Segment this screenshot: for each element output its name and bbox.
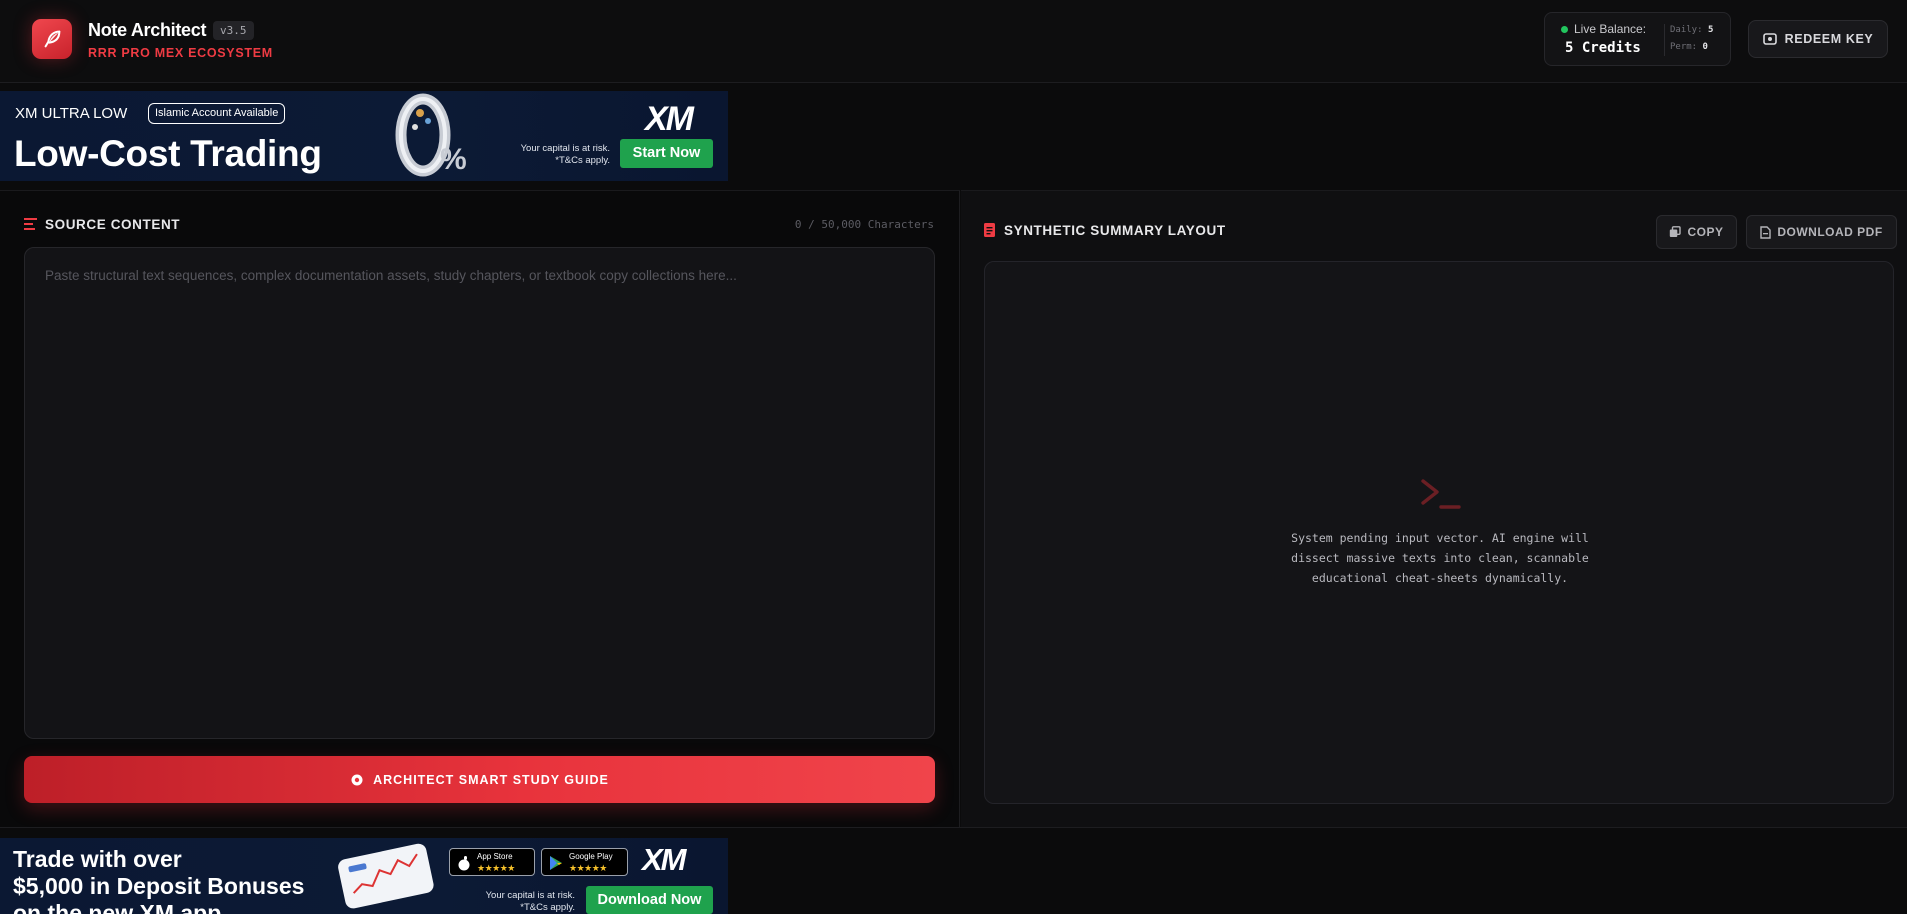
app-store-badge[interactable]: App Store ★★★★★ xyxy=(449,848,535,876)
balance-divider xyxy=(1664,24,1665,56)
svg-text:%: % xyxy=(440,143,467,176)
copy-label: COPY xyxy=(1687,225,1724,239)
ad-kicker: XM ULTRA LOW xyxy=(15,105,128,122)
source-panel: SOURCE CONTENT 0 / 50,000 Characters ARC… xyxy=(0,190,960,828)
ticket-icon xyxy=(1762,33,1777,45)
app-header: Note Architect v3.5 RRR PRO MEX ECOSYSTE… xyxy=(0,0,1907,83)
source-text-input[interactable] xyxy=(24,247,935,739)
version-badge: v3.5 xyxy=(213,21,254,40)
live-balance-card: Live Balance: 5 Credits Daily: 5 Perm: 0 xyxy=(1544,12,1731,66)
summary-output-area: System pending input vector. AI engine w… xyxy=(984,261,1894,804)
file-pdf-icon xyxy=(1760,225,1772,239)
live-status-dot xyxy=(1561,26,1568,33)
feather-logo-icon xyxy=(32,19,72,59)
ad-bottom-headline: Trade with over $5,000 in Deposit Bonuse… xyxy=(13,846,305,914)
app-subtitle: RRR PRO MEX ECOSYSTEM xyxy=(88,46,273,60)
summary-layout-title: SYNTHETIC SUMMARY LAYOUT xyxy=(1004,223,1226,238)
app-store-stars: ★★★★★ xyxy=(477,863,515,873)
phone-chart-graphic-icon xyxy=(338,843,434,909)
balance-value: 5 Credits xyxy=(1565,40,1641,56)
download-pdf-button[interactable]: DOWNLOAD PDF xyxy=(1746,215,1897,249)
xm-ad-banner-bottom[interactable]: Trade with over $5,000 in Deposit Bonuse… xyxy=(0,838,728,914)
architect-button-label: ARCHITECT SMART STUDY GUIDE xyxy=(373,772,609,787)
terminal-prompt-icon xyxy=(1421,479,1461,509)
zero-percent-graphic-icon: % xyxy=(395,93,467,177)
redeem-key-label: REDEEM KEY xyxy=(1784,32,1874,46)
character-counter: 0 / 50,000 Characters xyxy=(794,218,934,231)
google-play-label: Google Play xyxy=(569,852,613,861)
copy-button[interactable]: COPY xyxy=(1656,215,1737,249)
google-play-stars: ★★★★★ xyxy=(569,863,607,873)
footer-divider xyxy=(0,827,1907,828)
app-title: Note Architect xyxy=(88,20,207,40)
sparkle-icon xyxy=(351,774,363,785)
download-pdf-label: DOWNLOAD PDF xyxy=(1777,225,1883,239)
pending-status-text: System pending input vector. AI engine w… xyxy=(1291,531,1589,585)
ad-headline: Low-Cost Trading xyxy=(14,133,322,174)
summary-panel: SYNTHETIC SUMMARY LAYOUT COPY DOWNLOAD P… xyxy=(961,190,1907,828)
app-store-label: App Store xyxy=(477,852,513,861)
source-content-title: SOURCE CONTENT xyxy=(45,217,181,232)
google-play-icon xyxy=(550,856,562,870)
apple-icon xyxy=(458,856,470,871)
architect-study-guide-button[interactable]: ARCHITECT SMART STUDY GUIDE xyxy=(24,756,935,803)
balance-label: Live Balance: xyxy=(1574,22,1647,36)
lines-icon xyxy=(24,218,37,230)
ad-pill: Islamic Account Available xyxy=(148,103,286,124)
perm-credits: Perm: 0 xyxy=(1670,42,1708,52)
daily-credits: Daily: 5 xyxy=(1670,25,1714,35)
xm-brand-logo-bottom: XM xyxy=(642,842,686,877)
ad-risk-note: Your capital is at risk. *T&Cs apply. xyxy=(520,143,610,166)
ad-bottom-risk-note: Your capital is at risk. *T&Cs apply. xyxy=(485,890,575,913)
redeem-key-button[interactable]: REDEEM KEY xyxy=(1748,20,1888,58)
copy-icon xyxy=(1670,226,1682,237)
xm-brand-logo: XM xyxy=(645,100,694,138)
document-icon xyxy=(984,223,995,237)
ad-download-now-button[interactable]: Download Now xyxy=(586,886,713,914)
xm-ad-banner-top[interactable]: XM ULTRA LOW Islamic Account Available L… xyxy=(0,91,728,181)
google-play-badge[interactable]: Google Play ★★★★★ xyxy=(541,848,628,876)
ad-start-now-button[interactable]: Start Now xyxy=(620,139,713,168)
